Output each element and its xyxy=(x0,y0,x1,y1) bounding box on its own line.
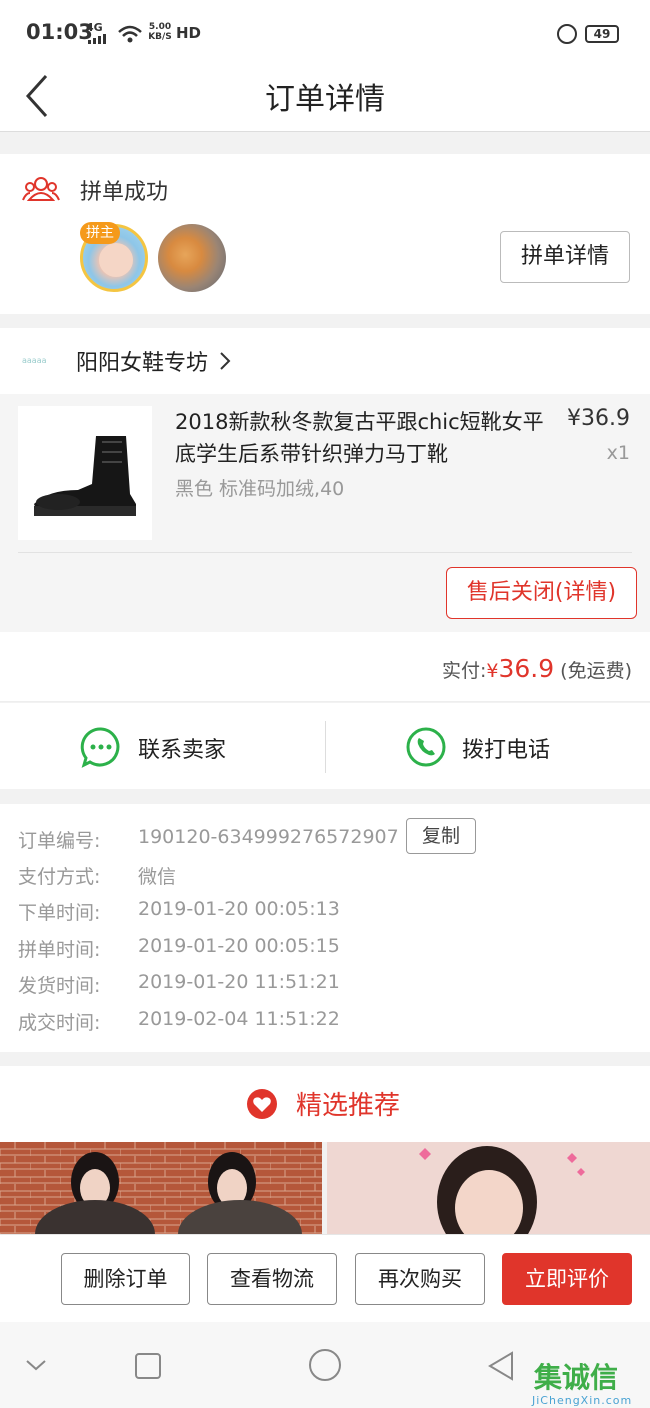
info-value: 微信 xyxy=(138,866,177,888)
signal-icon xyxy=(88,34,106,44)
shipping-note: (免运费) xyxy=(560,660,632,682)
info-key: 发货时间: xyxy=(18,975,101,997)
contact-seller-label: 联系卖家 xyxy=(138,738,227,763)
recommend-product-image[interactable] xyxy=(0,1142,322,1234)
product-price: ¥36.9 xyxy=(567,406,630,431)
delete-order-button[interactable]: 删除订单 xyxy=(61,1253,190,1305)
order-info: 订单编号: 190120-634999276572907 支付方式: 微信 下单时间… xyxy=(0,804,650,1052)
info-key: 成交时间: xyxy=(18,1012,101,1034)
wifi-icon xyxy=(118,25,142,43)
info-value: 190120-634999276572907 xyxy=(138,826,399,848)
watermark-brand: 集诚信 xyxy=(534,1361,619,1394)
leader-badge: 拼主 xyxy=(80,222,120,244)
network-indicator: 4G xyxy=(86,22,103,33)
payment-total: 实付:¥36.9 (免运费) xyxy=(0,632,650,702)
contact-bar: 联系卖家 拨打电话 xyxy=(0,703,650,789)
group-people-icon xyxy=(22,177,60,201)
total-label: 实付: xyxy=(441,660,487,682)
rotation-lock-icon xyxy=(557,24,577,44)
view-logistics-button[interactable]: 查看物流 xyxy=(207,1253,337,1305)
chevron-right-icon xyxy=(220,352,231,370)
nav-bar: 订单详情 xyxy=(0,64,650,132)
network-type: 4G xyxy=(86,21,103,34)
store-name[interactable]: 阳阳女鞋专坊 xyxy=(76,345,208,377)
recommend-header: 精选推荐 xyxy=(0,1066,650,1142)
group-detail-button[interactable]: 拼单详情 xyxy=(500,231,630,283)
group-member-avatar[interactable] xyxy=(158,224,226,292)
total-currency: ¥ xyxy=(486,660,499,682)
boot-image xyxy=(34,436,136,516)
copy-button[interactable]: 复制 xyxy=(406,818,476,854)
phone-icon xyxy=(406,727,446,767)
after-sale-button[interactable]: 售后关闭(详情) xyxy=(446,567,637,619)
product-quantity: x1 xyxy=(606,442,630,464)
info-value: 2019-01-20 11:51:21 xyxy=(138,971,340,993)
info-key: 下单时间: xyxy=(18,902,101,924)
product-sku: 黑色 标准码加绒,40 xyxy=(175,478,345,500)
hd-indicator: HD xyxy=(176,24,202,42)
info-key: 拼单时间: xyxy=(18,939,101,961)
buy-again-button[interactable]: 再次购买 xyxy=(355,1253,485,1305)
chevron-down-icon[interactable] xyxy=(24,1358,48,1372)
status-bar: 01:03 4G 5.00 KB/S HD 49 xyxy=(0,0,650,64)
back-triangle-icon[interactable] xyxy=(486,1350,516,1382)
group-status-label: 拼单成功 xyxy=(80,180,169,205)
chat-icon xyxy=(80,727,120,768)
product-image[interactable] xyxy=(18,406,152,540)
recommend-photo xyxy=(0,1142,322,1234)
total-amount: 36.9 xyxy=(498,654,555,683)
recents-icon[interactable] xyxy=(134,1352,162,1380)
recommend-photo xyxy=(327,1142,650,1234)
avatar-face xyxy=(99,243,133,277)
site-watermark: 集诚信 JiChengXin.com xyxy=(532,1356,650,1407)
info-key: 订单编号: xyxy=(18,830,101,852)
battery-indicator: 49 xyxy=(585,25,619,43)
recommend-product-image[interactable] xyxy=(327,1142,650,1234)
call-phone-label: 拨打电话 xyxy=(462,738,551,763)
watermark-url: JiChengXin.com xyxy=(532,1394,633,1407)
product-name[interactable]: 2018新款秋冬款复古平跟chic短靴女平底学生后系带针织弹力马丁靴 xyxy=(175,406,550,470)
info-value: 2019-02-04 11:51:22 xyxy=(138,1008,340,1030)
info-value: 2019-01-20 00:05:15 xyxy=(138,935,340,957)
contact-seller-button[interactable]: 联系卖家 xyxy=(0,703,325,789)
heart-icon xyxy=(247,1089,277,1119)
store-row[interactable]: aaaaa 阳阳女鞋专坊 xyxy=(0,328,650,394)
bottom-action-bar: 删除订单 查看物流 再次购买 立即评价 xyxy=(0,1234,650,1322)
call-phone-button[interactable]: 拨打电话 xyxy=(326,703,650,789)
page-title: 订单详情 xyxy=(265,82,385,117)
store-logo: aaaaa xyxy=(22,356,47,365)
info-value: 2019-01-20 00:05:13 xyxy=(138,898,340,920)
product-item[interactable]: 2018新款秋冬款复古平跟chic短靴女平底学生后系带针织弹力马丁靴 ¥36.9… xyxy=(0,394,650,632)
total-line: 实付:¥36.9 (免运费) xyxy=(442,654,632,683)
status-time: 01:03 xyxy=(26,20,93,44)
network-speed: 5.00 KB/S xyxy=(148,22,172,42)
info-key: 支付方式: xyxy=(18,866,101,888)
review-now-button[interactable]: 立即评价 xyxy=(502,1253,632,1305)
home-icon[interactable] xyxy=(308,1348,342,1382)
recommend-title: 精选推荐 xyxy=(296,1091,401,1121)
divider xyxy=(18,552,632,553)
